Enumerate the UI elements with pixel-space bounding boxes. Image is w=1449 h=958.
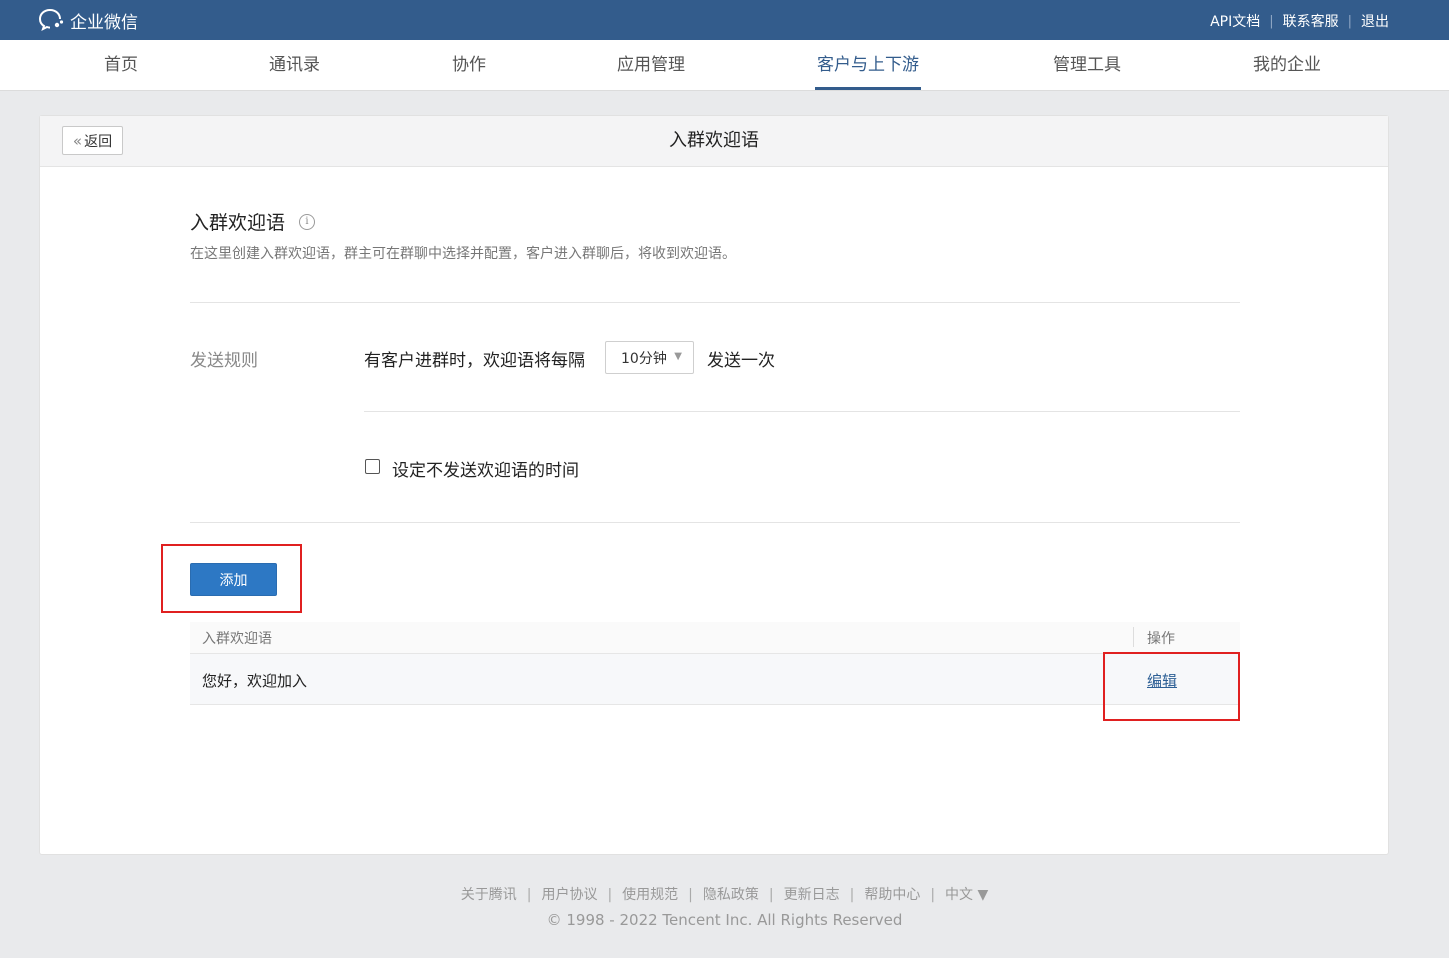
divider [364,411,1240,412]
back-button-label: 返回 [84,133,113,150]
welcome-message-table: 入群欢迎语 操作 您好，欢迎加入 编辑 [190,622,1240,705]
info-icon[interactable]: i [299,213,316,230]
send-rule-text: 有客户进群时，欢迎语将每隔 [364,351,585,371]
nav-collaboration[interactable]: 协作 [452,40,486,90]
send-rule-suffix: 发送一次 [707,351,775,371]
copyright: © 1998 - 2022 Tencent Inc. All Rights Re… [546,911,903,929]
section-title: 入群欢迎语 i [190,208,316,235]
footer-usage-rules-link[interactable]: 使用规范 [622,887,678,903]
nav-home[interactable]: 首页 [104,40,138,90]
double-chevron-left-icon: « [72,131,83,150]
table-header: 入群欢迎语 操作 [190,622,1240,654]
footer-terms-link[interactable]: 用户协议 [541,887,597,903]
nav-app-management[interactable]: 应用管理 [617,40,685,90]
footer-links: 关于腾讯 | 用户协议 | 使用规范 | 隐私政策 | 更新日志 | 帮助中心 | 中文 ▼ [0,884,1449,904]
wecom-logo-icon [38,9,64,31]
message-cell: 您好，欢迎加入 [202,672,308,690]
section-title-text: 入群欢迎语 [190,212,286,234]
main-nav: 首页 通讯录 协作 应用管理 客户与上下游 管理工具 我的企业 [0,40,1449,91]
nav-contacts[interactable]: 通讯录 [269,40,320,90]
logo[interactable]: 企业微信 [38,8,138,33]
contact-support-link[interactable]: 联系客服 [1283,11,1339,31]
divider: | [768,887,774,903]
card-header: 入群欢迎语 « 返回 [40,116,1388,167]
top-links: API文档 | 联系客服 | 退出 [1210,11,1389,31]
footer-help-link[interactable]: 帮助中心 [864,887,920,903]
content-card: 入群欢迎语 « 返回 入群欢迎语 i 在这里创建入群欢迎语，群主可在群聊中选择并… [39,115,1389,855]
divider: | [849,887,855,903]
logo-text: 企业微信 [70,12,138,33]
add-button[interactable]: 添加 [190,563,277,596]
divider: | [930,887,936,903]
top-bar: 企业微信 API文档 | 联系客服 | 退出 [0,0,1449,40]
divider [190,302,1240,303]
column-header-action: 操作 [1147,631,1175,647]
divider: | [688,887,693,903]
page-title: 入群欢迎语 [669,130,759,151]
footer-privacy-link[interactable]: 隐私政策 [703,887,759,903]
language-selector[interactable]: 中文 ▼ [945,887,988,903]
footer-changelog-link[interactable]: 更新日志 [784,887,840,903]
divider [190,522,1240,523]
api-docs-link[interactable]: API文档 [1210,11,1260,31]
footer-about-link[interactable]: 关于腾讯 [461,887,517,903]
nav-customers[interactable]: 客户与上下游 [815,40,921,90]
back-button[interactable]: « 返回 [62,126,123,155]
divider: | [607,887,613,903]
divider: | [1269,13,1274,29]
divider: | [526,887,532,903]
nav-my-enterprise[interactable]: 我的企业 [1253,40,1321,90]
table-row: 您好，欢迎加入 编辑 [190,654,1240,705]
no-send-time-label[interactable]: 设定不发送欢迎语的时间 [392,456,579,481]
highlight-box-edit [1103,652,1240,721]
nav-management-tools[interactable]: 管理工具 [1053,40,1121,90]
no-send-time-checkbox[interactable] [365,459,380,474]
caret-down-icon: ▼ [674,351,682,362]
section-description: 在这里创建入群欢迎语，群主可在群聊中选择并配置，客户进入群聊后，将收到欢迎语。 [190,246,736,262]
logout-link[interactable]: 退出 [1361,11,1389,31]
divider: | [1347,13,1352,29]
interval-select-value: 10分钟 [621,350,667,367]
column-header-message: 入群欢迎语 [202,631,272,647]
interval-select[interactable]: 10分钟 ▼ [605,341,694,374]
send-rule-label: 发送规则 [190,351,258,371]
column-divider [1133,627,1134,647]
